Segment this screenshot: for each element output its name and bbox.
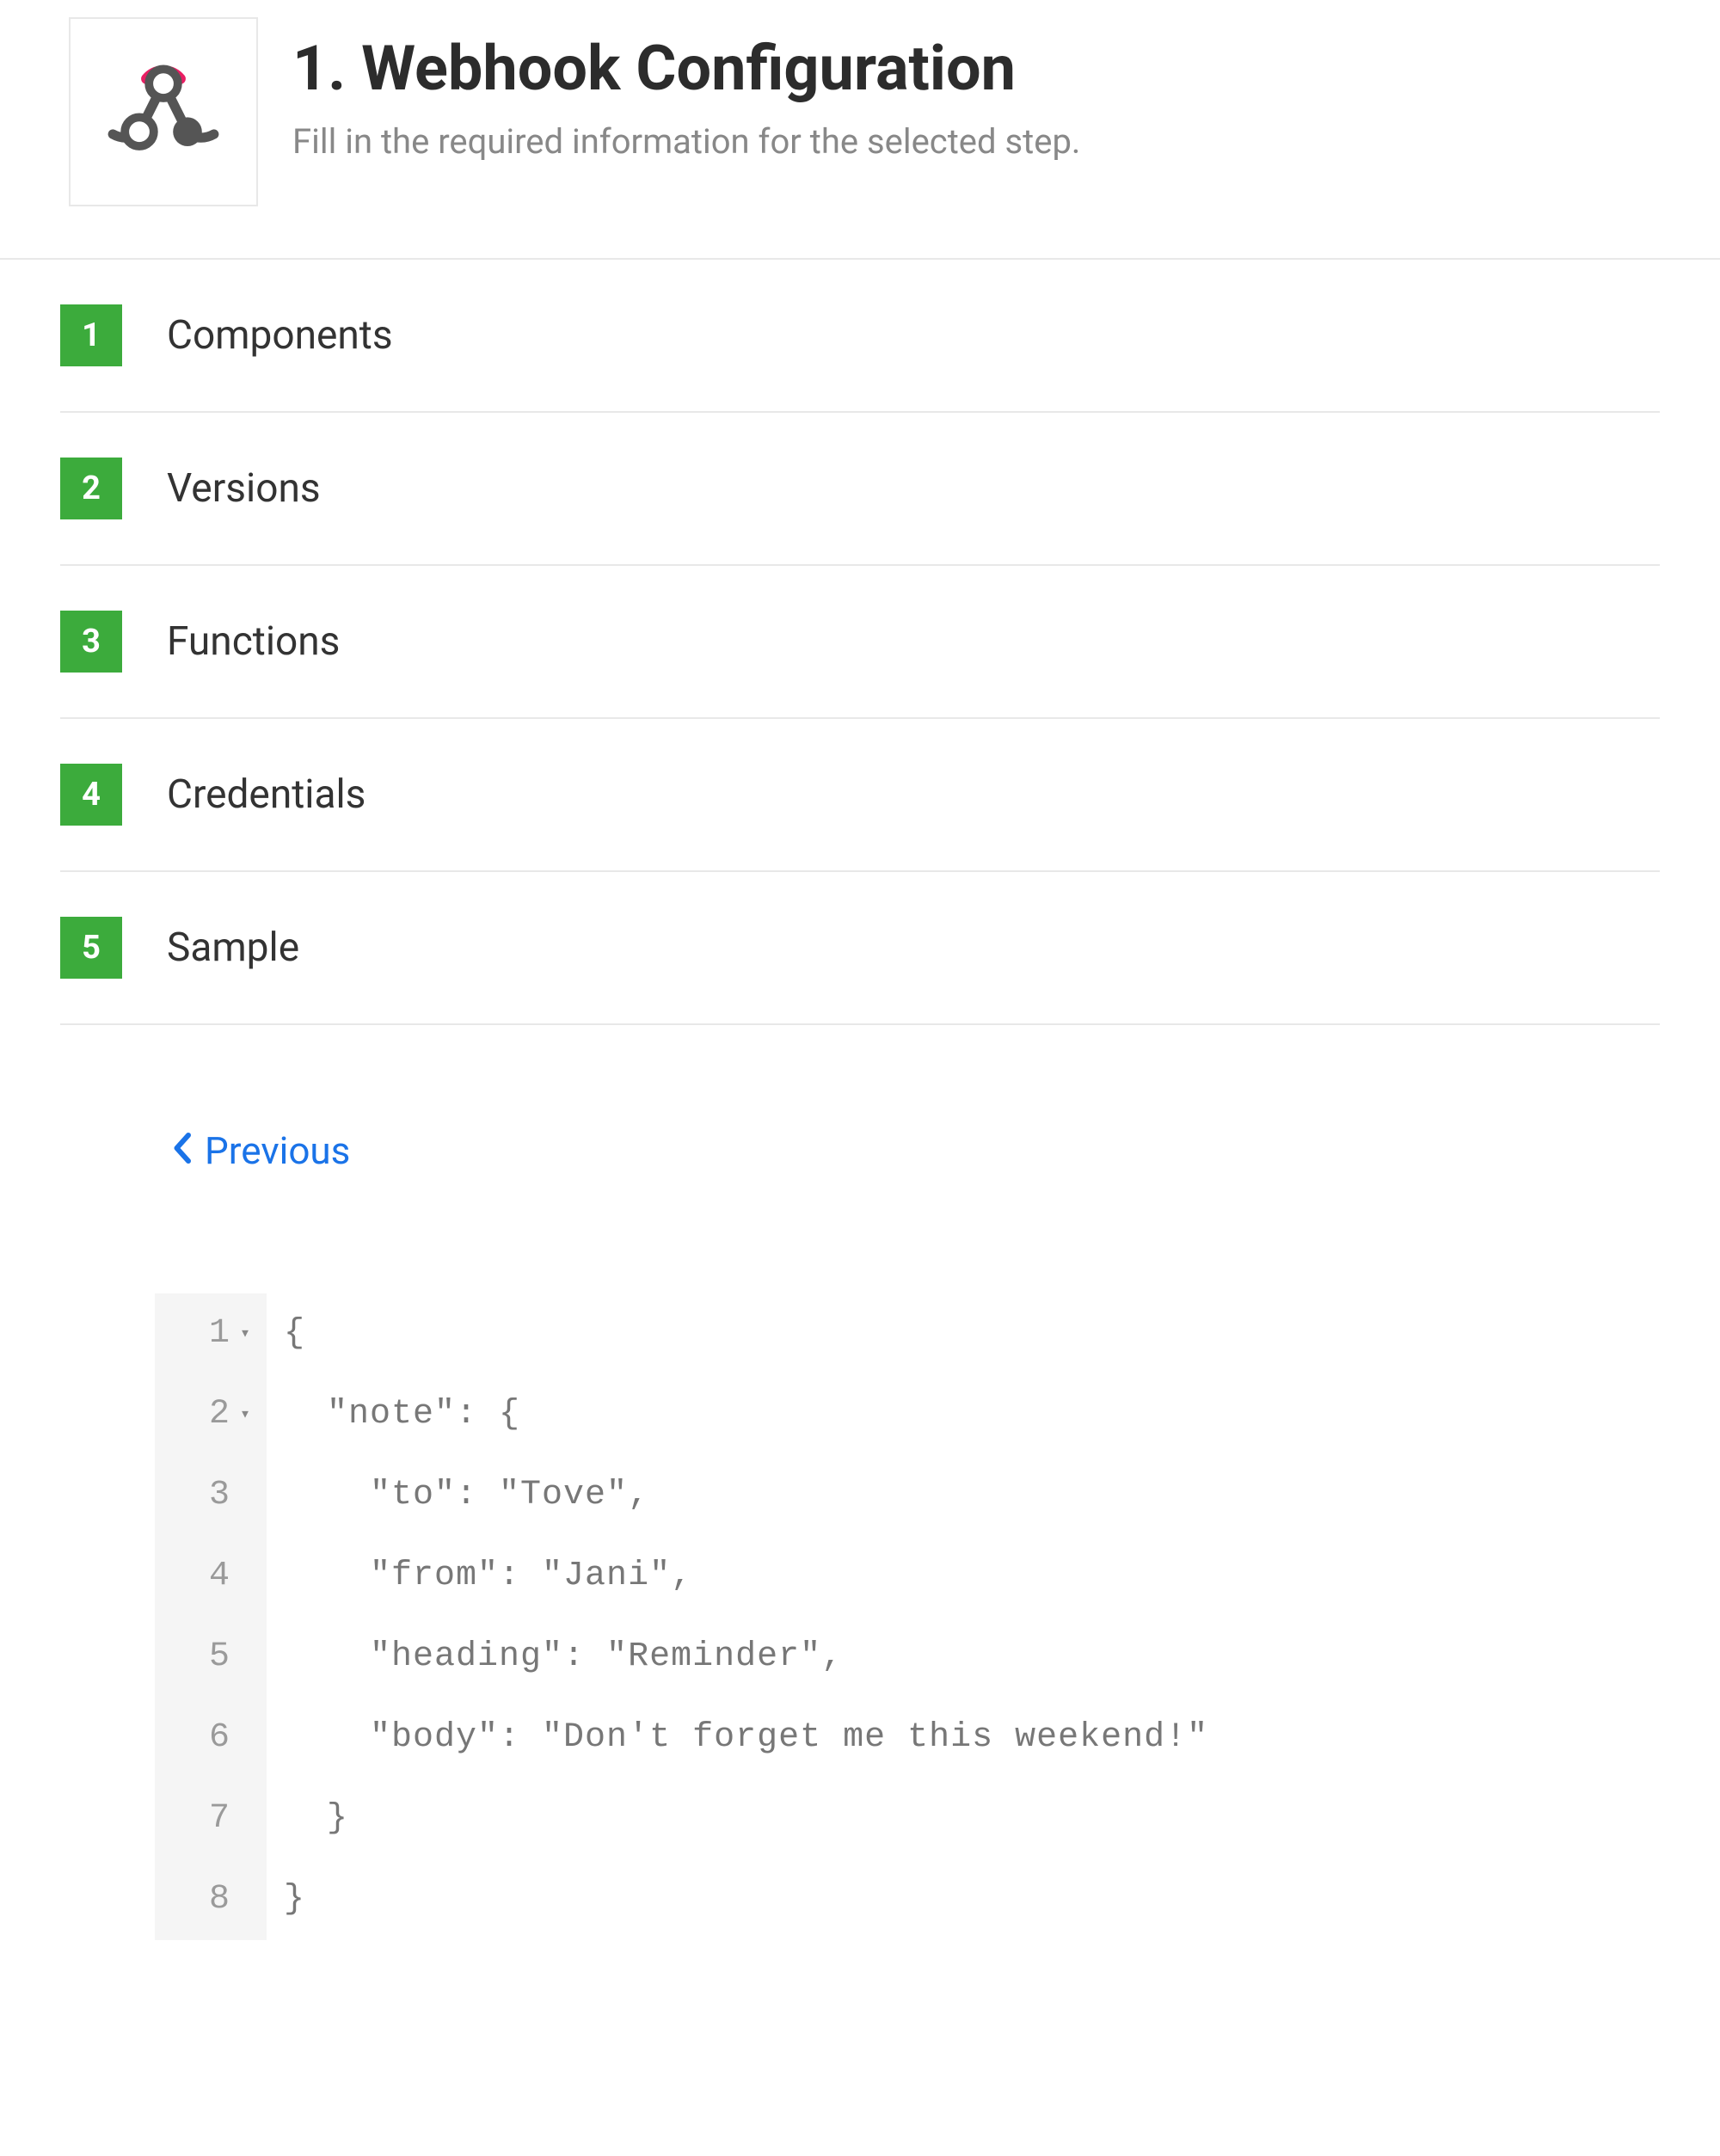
step-item-credentials[interactable]: 4 Credentials [60, 719, 1660, 872]
previous-label: Previous [205, 1128, 350, 1173]
step-item-versions[interactable]: 2 Versions [60, 413, 1660, 566]
page-subtitle: Fill in the required information for the… [292, 121, 1080, 162]
step-label: Functions [167, 618, 340, 665]
previous-button[interactable]: Previous [172, 1128, 350, 1173]
step-label: Versions [167, 465, 321, 512]
step-label: Sample [167, 924, 299, 971]
step-label: Credentials [167, 771, 366, 818]
fold-marker-icon: ▾ [237, 1395, 251, 1435]
nav-section: Previous [0, 1025, 1720, 1173]
steps-list: 1 Components 2 Versions 3 Functions 4 Cr… [0, 260, 1720, 1025]
fold-marker-icon: ▾ [237, 1314, 251, 1354]
step-item-functions[interactable]: 3 Functions [60, 566, 1660, 719]
gutter: 6 [155, 1698, 267, 1778]
code-line: 3 "to": "Tove", [155, 1455, 1720, 1536]
code-line: 7 } [155, 1778, 1720, 1859]
gutter: 2▾ [155, 1374, 267, 1455]
chevron-left-icon [172, 1128, 194, 1173]
code-content: "from": "Jani", [267, 1536, 692, 1617]
step-number: 4 [60, 764, 122, 826]
gutter: 1▾ [155, 1293, 267, 1374]
gutter: 8 [155, 1859, 267, 1940]
step-number: 3 [60, 611, 122, 673]
gutter: 3 [155, 1455, 267, 1536]
step-item-components[interactable]: 1 Components [60, 260, 1660, 413]
code-line: 4 "from": "Jani", [155, 1536, 1720, 1617]
code-content: } [267, 1778, 348, 1859]
step-number: 5 [60, 917, 122, 979]
header: 1. Webhook Configuration Fill in the req… [0, 0, 1720, 260]
step-label: Components [167, 312, 393, 359]
step-item-sample[interactable]: 5 Sample [60, 872, 1660, 1025]
code-content: } [267, 1859, 305, 1940]
code-content: "note": { [267, 1374, 520, 1455]
code-line: 2▾ "note": { [155, 1374, 1720, 1455]
gutter: 7 [155, 1778, 267, 1859]
code-line: 6 "body": "Don't forget me this weekend!… [155, 1698, 1720, 1778]
gutter: 5 [155, 1617, 267, 1698]
code-content: { [267, 1293, 305, 1374]
gutter: 4 [155, 1536, 267, 1617]
step-number: 2 [60, 458, 122, 519]
code-editor[interactable]: 1▾ { 2▾ "note": { 3 "to": "Tove", 4 "fro… [155, 1293, 1720, 1940]
code-content: "body": "Don't forget me this weekend!" [267, 1698, 1208, 1778]
code-line: 5 "heading": "Reminder", [155, 1617, 1720, 1698]
code-line: 8 } [155, 1859, 1720, 1940]
step-number: 1 [60, 304, 122, 366]
code-content: "to": "Tove", [267, 1455, 649, 1536]
page-title: 1. Webhook Configuration [292, 34, 1080, 102]
webhook-icon [103, 50, 224, 174]
code-line: 1▾ { [155, 1293, 1720, 1374]
webhook-icon-box [69, 17, 258, 206]
header-text: 1. Webhook Configuration Fill in the req… [292, 17, 1080, 162]
code-content: "heading": "Reminder", [267, 1617, 843, 1698]
